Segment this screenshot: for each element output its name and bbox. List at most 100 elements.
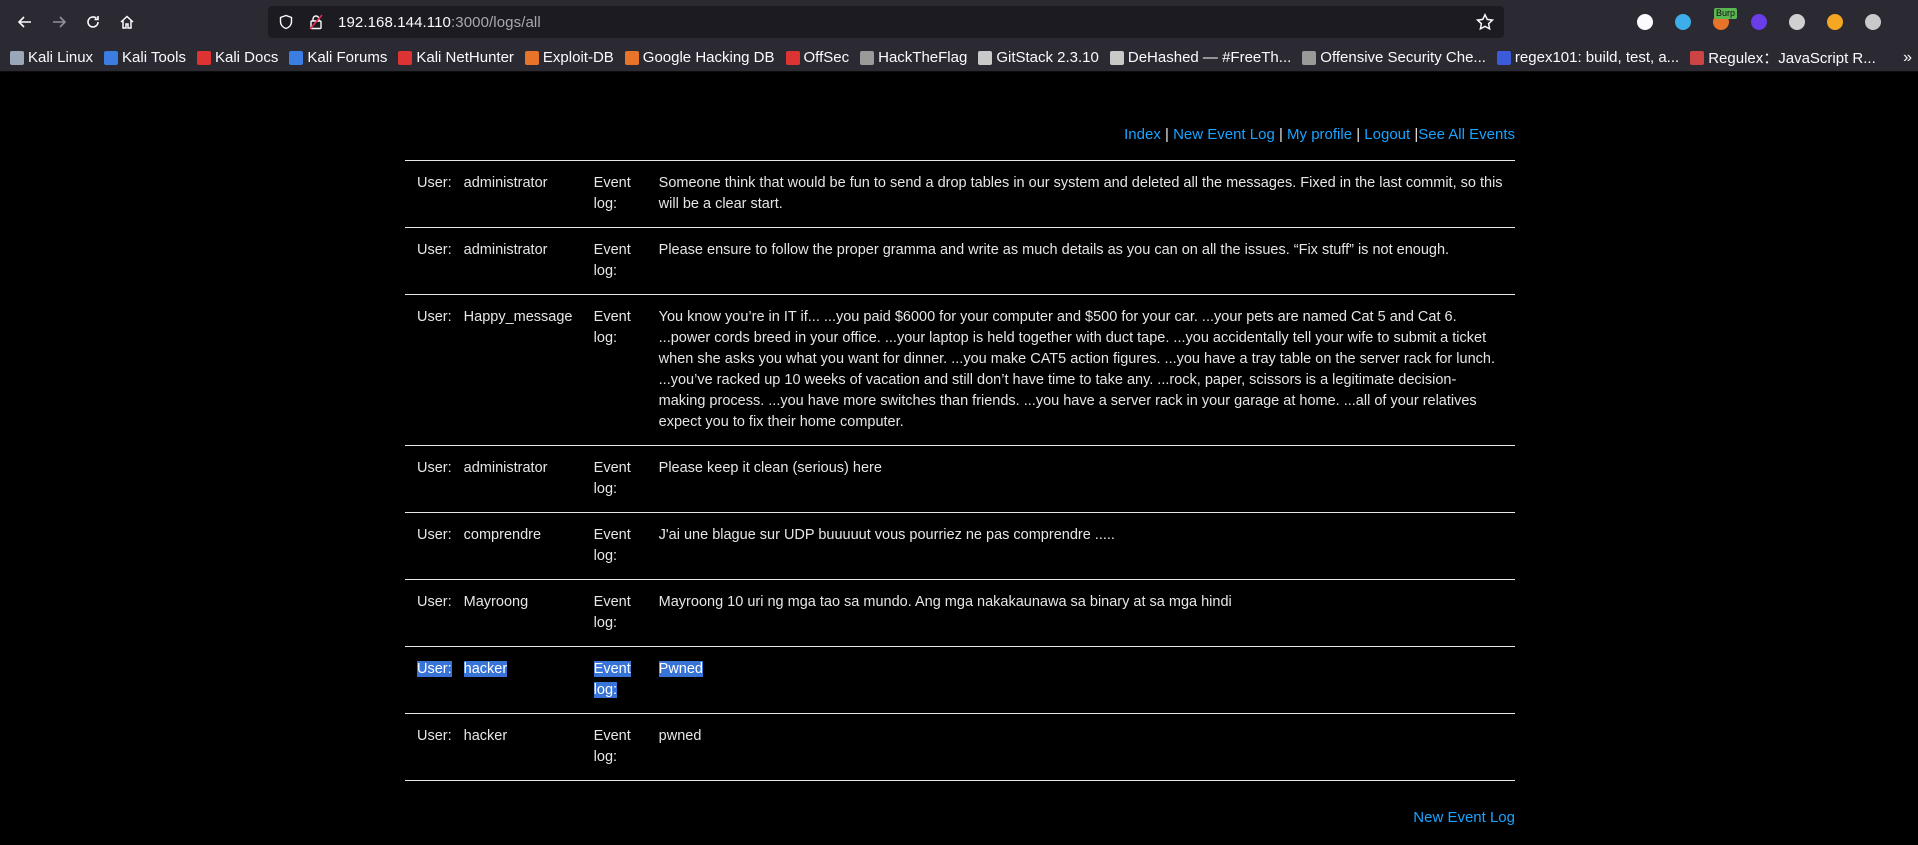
nav-new-event-log-link[interactable]: New Event Log xyxy=(1173,126,1275,143)
pocket-icon[interactable] xyxy=(1626,0,1664,44)
event-log-label: Event log: xyxy=(593,661,631,698)
url-text: 192.168.144.110:3000/logs/all xyxy=(338,14,541,31)
event-log-label: Event log: xyxy=(593,728,631,765)
bookmark-label: Regulex：JavaScript R... xyxy=(1708,50,1876,67)
event-log-label: Event log: xyxy=(593,527,631,564)
reload-button[interactable] xyxy=(76,6,110,38)
url-host: 192.168.144.110 xyxy=(338,13,451,31)
ghdb-icon xyxy=(624,50,639,65)
bookmark-item[interactable]: Regulex：JavaScript R... xyxy=(1690,47,1876,68)
offsec-cheatsheet-icon xyxy=(1302,50,1317,65)
user-label: User: xyxy=(417,175,452,191)
bookmark-item[interactable]: DeHashed — #FreeTh... xyxy=(1109,49,1292,66)
event-log-row: User: Mayroong Event log: Mayroong 10 uri n… xyxy=(405,580,1515,647)
event-message: Someone think that would be fun to send … xyxy=(658,175,1503,212)
nav-my-profile-link[interactable]: My profile xyxy=(1287,126,1352,143)
bookmark-item[interactable]: GitStack 2.3.10 xyxy=(978,49,1099,66)
bookmark-label: Kali Docs xyxy=(214,49,279,66)
extension-purple-icon[interactable] xyxy=(1740,0,1778,44)
bookmark-item[interactable]: regex101: build, test, a... xyxy=(1496,49,1679,66)
extension-wappalyzer-icon-glyph xyxy=(1865,14,1881,30)
bookmark-item[interactable]: Kali Forums xyxy=(289,49,387,66)
download-icon[interactable] xyxy=(1664,0,1702,44)
user-name: hacker xyxy=(463,661,508,677)
user-name: Happy_message xyxy=(463,309,573,325)
bookmarks-overflow-chevron-icon[interactable]: » xyxy=(1903,49,1918,67)
event-log-label-cell: Event log: xyxy=(594,295,659,446)
bookmark-label: Kali NetHunter xyxy=(416,49,514,66)
download-icon-glyph xyxy=(1675,14,1691,30)
extension-orange-icon[interactable] xyxy=(1816,0,1854,44)
nethunter-icon xyxy=(398,50,413,65)
burp-icon[interactable]: Burp xyxy=(1702,0,1740,44)
bottom-navigation: New Event Log xyxy=(405,809,1515,826)
event-log-row: User: Happy_message Event log: You know you… xyxy=(405,295,1515,446)
event-log-label-cell: Event log: xyxy=(594,161,659,228)
user-label-cell: User: xyxy=(405,295,464,446)
event-message: You know you’re in IT if... ...you paid … xyxy=(658,309,1495,430)
event-message-cell: pwned xyxy=(659,714,1515,781)
event-log-label: Event log: xyxy=(593,460,631,497)
extension-gear-icon[interactable] xyxy=(1778,0,1816,44)
user-label-cell: User: xyxy=(405,228,464,295)
bookmark-item[interactable]: Kali Linux xyxy=(10,49,93,66)
extension-purple-icon-glyph xyxy=(1751,14,1767,30)
top-navigation: Index | New Event Log | My profile | Log… xyxy=(405,72,1515,160)
bookmark-label: Kali Linux xyxy=(28,49,94,66)
bottom-new-event-log-link[interactable]: New Event Log xyxy=(1413,809,1515,826)
back-button[interactable] xyxy=(8,6,42,38)
user-name-cell: Mayroong xyxy=(464,580,594,647)
page-content: Index | New Event Log | My profile | Log… xyxy=(0,72,1918,845)
bookmark-item[interactable]: Google Hacking DB xyxy=(624,49,775,66)
nav-logout-link[interactable]: Logout xyxy=(1364,126,1410,143)
bookmark-star-icon[interactable] xyxy=(1475,12,1495,31)
home-button[interactable] xyxy=(110,6,144,38)
extension-orange-icon-glyph xyxy=(1827,14,1843,30)
kali-tools-icon xyxy=(104,50,119,65)
event-log-label-cell: Event log: xyxy=(593,647,659,714)
user-label-cell: User: xyxy=(405,580,464,647)
user-label-cell: User: xyxy=(405,714,464,781)
event-message-cell: Please keep it clean (serious) here xyxy=(659,446,1515,513)
event-log-row: User: administrator Event log: Someone thin… xyxy=(405,161,1515,228)
nav-index-link[interactable]: Index xyxy=(1124,126,1161,143)
content-container: Index | New Event Log | My profile | Log… xyxy=(405,72,1515,826)
extensions-area: Burp xyxy=(1626,0,1892,44)
event-log-row: User: administrator Event log: Please ensur… xyxy=(405,228,1515,295)
insecure-lock-icon xyxy=(308,14,324,30)
event-message-cell: Please ensure to follow the proper gramm… xyxy=(659,228,1515,295)
bookmark-item[interactable]: Exploit-DB xyxy=(524,49,614,66)
bookmark-item[interactable]: Kali Tools xyxy=(104,49,186,66)
bookmark-label: Offensive Security Che... xyxy=(1320,49,1486,66)
address-bar[interactable]: 192.168.144.110:3000/logs/all xyxy=(268,6,1504,38)
forward-button[interactable] xyxy=(42,6,76,38)
event-log-label-cell: Event log: xyxy=(594,580,659,647)
nav-see-all-events-link[interactable]: See All Events xyxy=(1418,126,1515,143)
bookmark-item[interactable]: Offensive Security Che... xyxy=(1302,49,1486,66)
bookmark-item[interactable]: Kali Docs xyxy=(196,49,279,66)
bookmark-item[interactable]: OffSec xyxy=(785,49,849,66)
event-message: Please keep it clean (serious) here xyxy=(658,460,882,476)
nav-separator: | xyxy=(1352,126,1365,143)
pocket-icon-glyph xyxy=(1637,14,1653,30)
regex101-icon xyxy=(1496,50,1511,65)
event-message: Mayroong 10 uri ng mga tao sa mundo. Ang… xyxy=(658,594,1232,610)
event-log-row: User: hacker Event log: Pwned xyxy=(405,647,1515,714)
event-message: J'ai une blague sur UDP buuuuut vous pou… xyxy=(658,527,1115,543)
extension-wappalyzer-icon[interactable] xyxy=(1854,0,1892,44)
globe-icon xyxy=(978,50,993,65)
user-label: User: xyxy=(417,661,452,677)
bookmark-item[interactable]: Kali NetHunter xyxy=(398,49,514,66)
bookmark-label: DeHashed — #FreeTh... xyxy=(1127,49,1292,66)
home-icon xyxy=(120,15,134,29)
exploitdb-icon xyxy=(524,50,539,65)
user-label: User: xyxy=(417,728,452,744)
bookmark-label: Google Hacking DB xyxy=(642,49,775,66)
event-log-label: Event log: xyxy=(593,175,631,212)
user-label: User: xyxy=(417,242,452,258)
event-log-row: User: administrator Event log: Please keep … xyxy=(405,446,1515,513)
user-name-cell: administrator xyxy=(464,446,594,513)
offsec-icon xyxy=(785,50,800,65)
bookmark-item[interactable]: HackTheFlag xyxy=(860,49,967,66)
kali-forums-icon xyxy=(289,50,304,65)
